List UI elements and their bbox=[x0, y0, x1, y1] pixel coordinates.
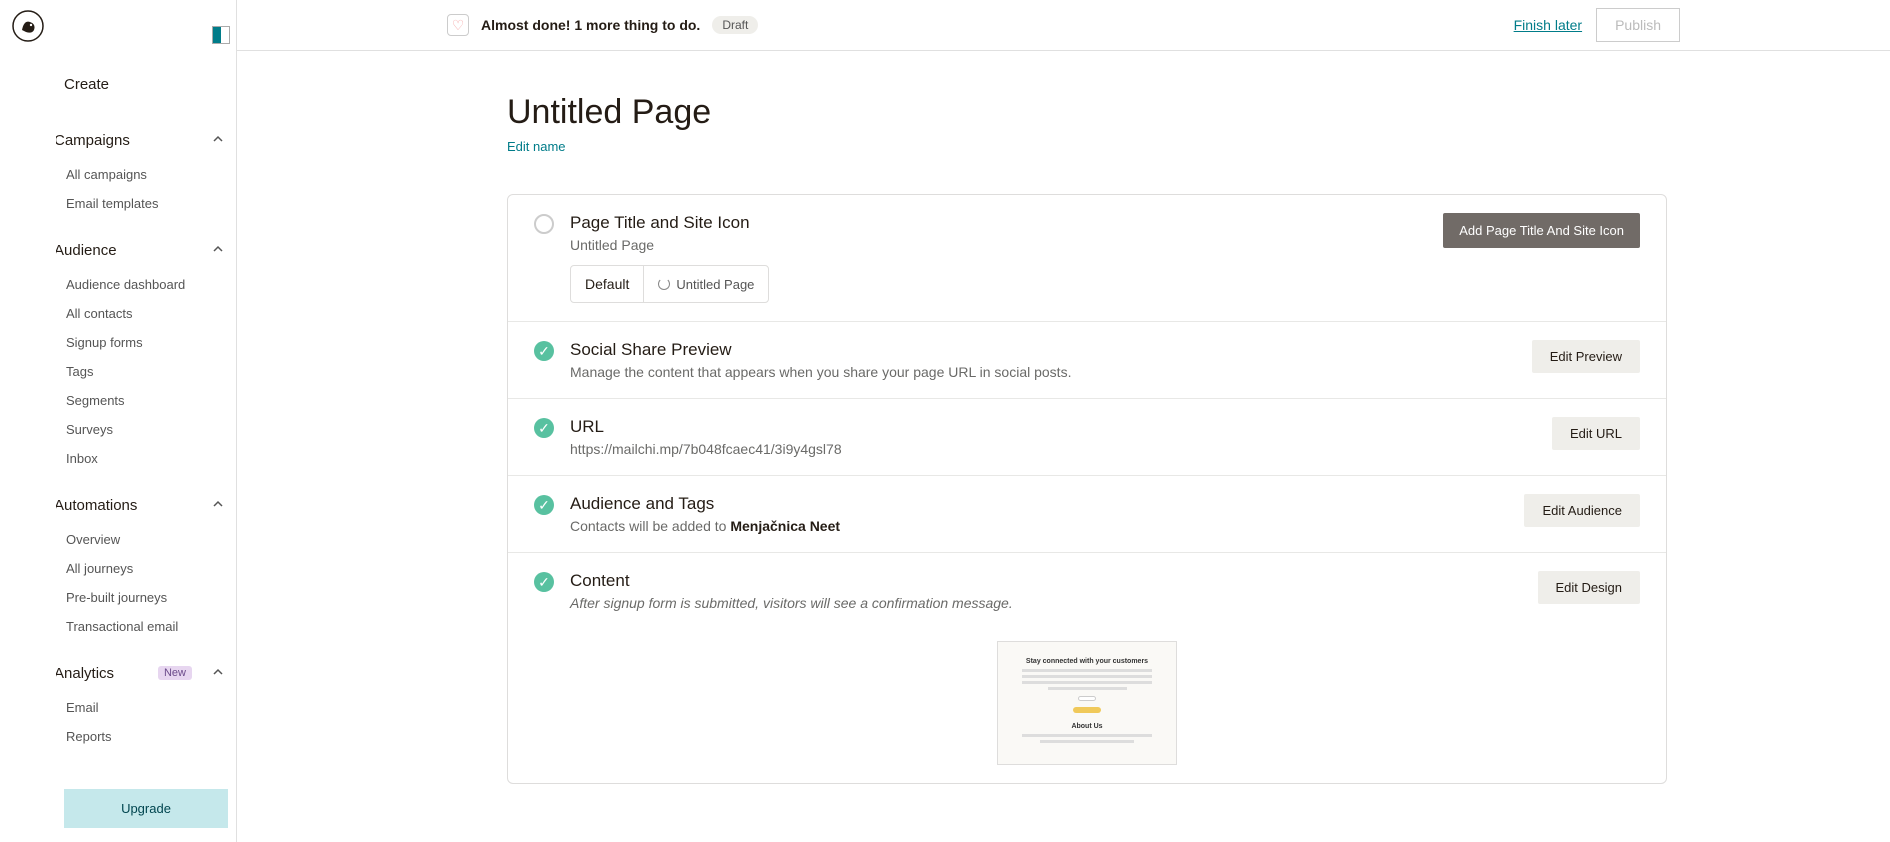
sidebar-sub-email-templates[interactable]: Email templates bbox=[62, 189, 236, 218]
section-desc-audience: Contacts will be added to Menjačnica Nee… bbox=[570, 518, 1508, 534]
sidebar-collapse-icon[interactable] bbox=[212, 26, 230, 44]
sidebar-sub-audience-dashboard[interactable]: Audience dashboard bbox=[62, 270, 236, 299]
sidebar-item-audience[interactable]: Audience bbox=[56, 230, 236, 270]
page-title: Untitled Page bbox=[507, 93, 1667, 132]
sidebar: Create Campaigns All campaigns Email tem… bbox=[56, 0, 236, 842]
sidebar-sub-transactional-email[interactable]: Transactional email bbox=[62, 612, 236, 641]
sidebar-sub-inbox[interactable]: Inbox bbox=[62, 444, 236, 473]
sidebar-sub-all-campaigns[interactable]: All campaigns bbox=[62, 160, 236, 189]
create-label: Create bbox=[64, 76, 109, 93]
sidebar-sub-prebuilt-journeys[interactable]: Pre-built journeys bbox=[62, 583, 236, 612]
sidebar-item-automations[interactable]: Automations bbox=[56, 485, 236, 525]
sidebar-sub-segments[interactable]: Segments bbox=[62, 386, 236, 415]
topbar: ♡ Almost done! 1 more thing to do. Draft… bbox=[237, 0, 1890, 51]
edit-url-button[interactable]: Edit URL bbox=[1552, 417, 1640, 450]
chevron-up-icon bbox=[212, 132, 228, 148]
edit-design-button[interactable]: Edit Design bbox=[1538, 571, 1640, 604]
edit-preview-button[interactable]: Edit Preview bbox=[1532, 340, 1640, 373]
upgrade-button[interactable]: Upgrade bbox=[64, 789, 228, 828]
checklist-card: Page Title and Site Icon Untitled Page D… bbox=[507, 194, 1667, 784]
section-desc-content: After signup form is submitted, visitors… bbox=[570, 595, 1522, 611]
create-button[interactable]: Create bbox=[56, 64, 236, 120]
chevron-up-icon bbox=[212, 497, 228, 513]
content-preview-thumbnail[interactable]: Stay connected with your customers About… bbox=[997, 641, 1177, 765]
section-title-audience: Audience and Tags bbox=[570, 494, 1508, 514]
spinner-icon bbox=[658, 278, 670, 290]
sidebar-sub-email[interactable]: Email bbox=[62, 693, 236, 722]
sidebar-sub-all-journeys[interactable]: All journeys bbox=[62, 554, 236, 583]
edit-audience-button[interactable]: Edit Audience bbox=[1524, 494, 1640, 527]
section-title-url: URL bbox=[570, 417, 1536, 437]
sidebar-sub-tags[interactable]: Tags bbox=[62, 357, 236, 386]
finish-later-link[interactable]: Finish later bbox=[1514, 17, 1582, 33]
status-todo-icon bbox=[534, 214, 554, 234]
section-desc-url: https://mailchi.mp/7b048fcaec41/3i9y4gsl… bbox=[570, 441, 1536, 457]
main-panel: ♡ Almost done! 1 more thing to do. Draft… bbox=[236, 0, 1890, 842]
status-done-icon: ✓ bbox=[534, 341, 554, 361]
logo-rail bbox=[0, 0, 56, 842]
section-title-social: Social Share Preview bbox=[570, 340, 1516, 360]
topbar-status-text: Almost done! 1 more thing to do. bbox=[481, 17, 700, 33]
sidebar-sub-surveys[interactable]: Surveys bbox=[62, 415, 236, 444]
chevron-up-icon bbox=[212, 665, 228, 681]
draft-badge: Draft bbox=[712, 16, 758, 34]
new-badge: New bbox=[158, 666, 192, 680]
sidebar-item-campaigns[interactable]: Campaigns bbox=[56, 120, 236, 160]
sidebar-item-analytics[interactable]: Analytics New bbox=[56, 653, 236, 693]
publish-button[interactable]: Publish bbox=[1596, 8, 1680, 42]
status-done-icon: ✓ bbox=[534, 418, 554, 438]
section-subtitle: Untitled Page bbox=[570, 237, 1427, 253]
edit-name-link[interactable]: Edit name bbox=[507, 139, 566, 154]
sidebar-sub-overview[interactable]: Overview bbox=[62, 525, 236, 554]
section-title-content: Content bbox=[570, 571, 1522, 591]
status-done-icon: ✓ bbox=[534, 495, 554, 515]
section-title-page-title: Page Title and Site Icon bbox=[570, 213, 1427, 233]
sidebar-sub-signup-forms[interactable]: Signup forms bbox=[62, 328, 236, 357]
status-done-icon: ✓ bbox=[534, 572, 554, 592]
heart-calendar-icon: ♡ bbox=[447, 14, 469, 36]
add-page-title-button[interactable]: Add Page Title And Site Icon bbox=[1443, 213, 1640, 248]
mailchimp-logo-icon[interactable] bbox=[12, 10, 44, 45]
sidebar-sub-all-contacts[interactable]: All contacts bbox=[62, 299, 236, 328]
sidebar-sub-reports[interactable]: Reports bbox=[62, 722, 236, 751]
browser-tab-preview: Default Untitled Page bbox=[570, 265, 769, 303]
section-desc-social: Manage the content that appears when you… bbox=[570, 364, 1516, 380]
chevron-up-icon bbox=[212, 242, 228, 258]
